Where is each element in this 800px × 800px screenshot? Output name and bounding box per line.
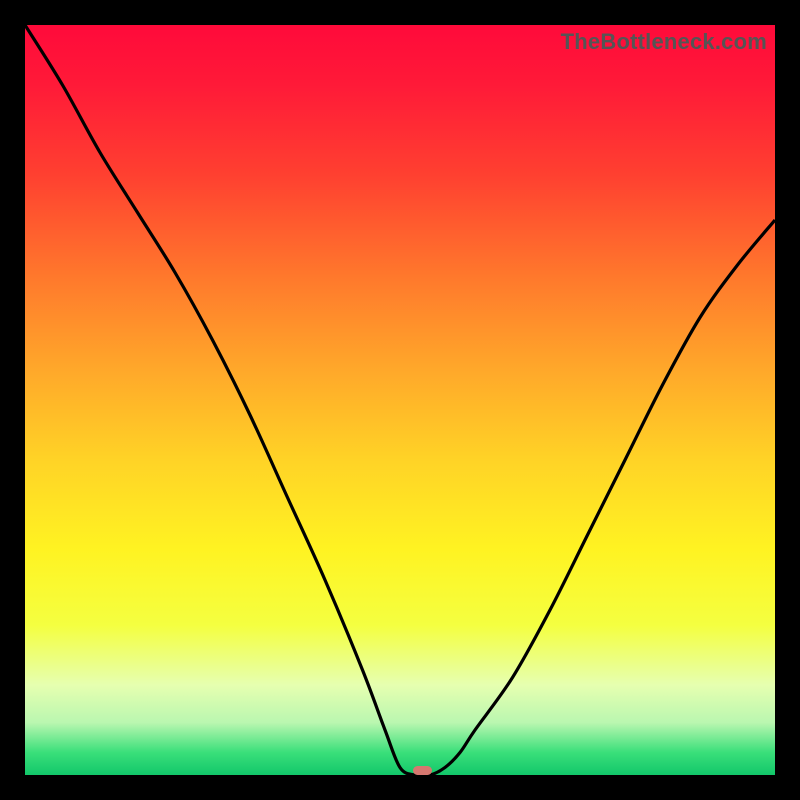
plot-area: TheBottleneck.com <box>25 25 775 775</box>
bottleneck-curve <box>25 25 775 775</box>
chart-frame: TheBottleneck.com <box>0 0 800 800</box>
optimal-point-marker <box>413 766 432 775</box>
